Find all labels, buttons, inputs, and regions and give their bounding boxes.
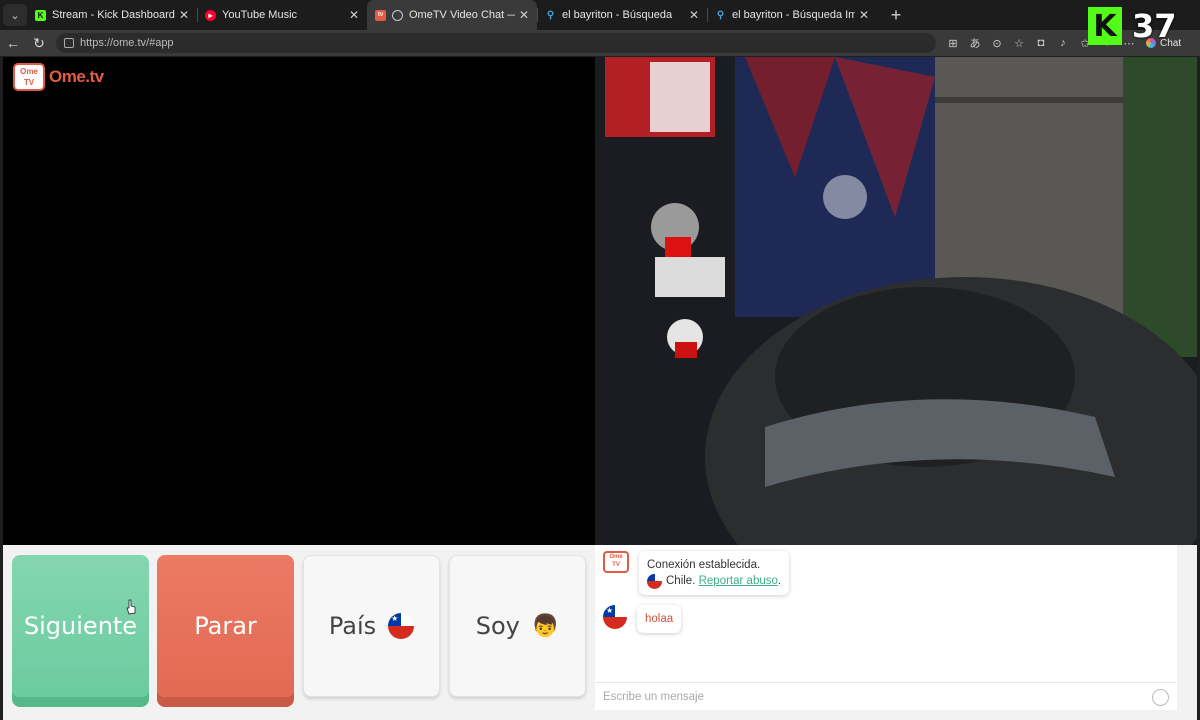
tab-kick-dashboard[interactable]: K Stream - Kick Dashboard ✕ bbox=[27, 0, 197, 30]
kick-viewer-overlay: K 37 bbox=[1088, 6, 1188, 46]
url-text: https://ome.tv/#app bbox=[80, 37, 174, 49]
reading-icon[interactable]: ♪ bbox=[1052, 37, 1074, 49]
message-bubble: Conexión establecida. Chile. Reportar ab… bbox=[639, 551, 790, 595]
report-suffix: . bbox=[777, 575, 782, 587]
tab-ometv[interactable]: tv OmeTV Video Chat — Omegle ✕ bbox=[367, 0, 537, 30]
address-bar-row: ← ↻ https://ome.tv/#app ⊞ あ ⊙ ☆ ◘ ♪ ✩ ● … bbox=[0, 30, 1200, 56]
ometv-favicon-icon: tv bbox=[375, 9, 386, 21]
next-button[interactable]: Siguiente bbox=[12, 555, 149, 697]
report-abuse-link[interactable]: Reportar abuso bbox=[699, 573, 778, 589]
translate-icon[interactable]: あ bbox=[964, 35, 986, 51]
tab-title: el bayriton - Búsqueda Imágenes bbox=[732, 9, 855, 21]
favorite-star-icon[interactable]: ☆ bbox=[1008, 37, 1030, 50]
hand-cursor-icon bbox=[126, 599, 136, 615]
tab-bar: ⌄ K Stream - Kick Dashboard ✕ ▸ YouTube … bbox=[0, 0, 1200, 30]
audio-indicator-icon bbox=[392, 9, 403, 21]
viewer-count: 37 bbox=[1132, 7, 1177, 45]
system-message: Ome TV Conexión establecida. Chile. Repo… bbox=[603, 551, 790, 595]
more-dots-circle-icon[interactable]: ⊙ bbox=[986, 37, 1008, 50]
kick-favicon-icon: K bbox=[35, 9, 46, 21]
search-favicon-icon: ⚲ bbox=[716, 9, 725, 21]
tab-title: YouTube Music bbox=[222, 9, 298, 21]
partner-country: Chile. bbox=[666, 575, 696, 587]
ometv-avatar-icon: Ome TV bbox=[603, 551, 629, 573]
country-label: País bbox=[328, 612, 377, 640]
stop-label: Parar bbox=[194, 612, 257, 640]
youtube-music-favicon-icon: ▸ bbox=[205, 9, 216, 21]
local-webcam-video bbox=[595, 57, 1197, 545]
message-text: holaa bbox=[645, 613, 674, 625]
new-tab-plus-icon[interactable]: + bbox=[885, 5, 907, 26]
stop-button[interactable]: Parar bbox=[157, 555, 294, 697]
close-icon[interactable]: ✕ bbox=[349, 8, 359, 22]
chile-flag-icon bbox=[647, 573, 662, 589]
chat-message-input[interactable]: Escribe un mensaje bbox=[595, 682, 1177, 710]
ometv-app: Ome TV Ome.tv Siguiente Parar País ★ Soy… bbox=[3, 57, 1197, 720]
tab-title: OmeTV Video Chat — Omegle bbox=[409, 9, 515, 21]
reload-icon[interactable]: ↻ bbox=[26, 35, 52, 52]
control-panel: Siguiente Parar País ★ Soy 👦 bbox=[3, 545, 595, 720]
gender-label: Soy bbox=[475, 612, 520, 640]
close-icon[interactable]: ✕ bbox=[179, 8, 189, 22]
tab-list-chevron-icon[interactable]: ⌄ bbox=[3, 4, 27, 26]
next-label: Siguiente bbox=[23, 612, 138, 640]
camera-in-use-icon[interactable]: ◘ bbox=[1030, 37, 1052, 49]
ometv-logo[interactable]: Ome TV Ome.tv bbox=[13, 63, 104, 91]
close-icon[interactable]: ✕ bbox=[519, 8, 529, 22]
partner-message: ★ holaa bbox=[603, 605, 682, 633]
url-field[interactable]: https://ome.tv/#app bbox=[56, 33, 936, 53]
close-icon[interactable]: ✕ bbox=[689, 8, 699, 22]
search-favicon-icon: ⚲ bbox=[546, 9, 555, 21]
connection-status-text: Conexión establecida. bbox=[647, 559, 761, 571]
tab-search[interactable]: ⚲ el bayriton - Búsqueda ✕ bbox=[537, 0, 707, 30]
message-bubble: holaa bbox=[637, 605, 682, 633]
country-filter-button[interactable]: País ★ bbox=[303, 555, 440, 697]
close-icon[interactable]: ✕ bbox=[859, 8, 869, 22]
site-info-icon[interactable] bbox=[64, 38, 74, 48]
ometv-tv-icon: Ome TV bbox=[13, 63, 45, 91]
kick-logo-icon: K bbox=[1088, 7, 1122, 45]
chile-flag-avatar-icon: ★ bbox=[603, 605, 627, 629]
apps-grid-icon[interactable]: ⊞ bbox=[942, 37, 964, 50]
back-arrow-icon[interactable]: ← bbox=[0, 35, 26, 51]
logo-text: Ome.tv bbox=[49, 67, 104, 86]
boy-face-icon: 👦 bbox=[531, 613, 560, 639]
remote-video: Ome TV Ome.tv bbox=[3, 57, 595, 545]
gender-filter-button[interactable]: Soy 👦 bbox=[449, 555, 586, 697]
chile-flag-icon: ★ bbox=[388, 613, 415, 639]
page-scrollbar[interactable] bbox=[1179, 545, 1197, 720]
emoji-picker-icon[interactable] bbox=[1152, 689, 1169, 706]
chat-input-placeholder: Escribe un mensaje bbox=[603, 690, 704, 703]
tab-search-images[interactable]: ⚲ el bayriton - Búsqueda Imágenes ✕ bbox=[707, 0, 877, 30]
tab-title: el bayriton - Búsqueda bbox=[562, 9, 673, 21]
webcam-frame-image bbox=[595, 57, 1197, 545]
tab-title: Stream - Kick Dashboard bbox=[52, 9, 175, 21]
tab-youtube-music[interactable]: ▸ YouTube Music ✕ bbox=[197, 0, 367, 30]
